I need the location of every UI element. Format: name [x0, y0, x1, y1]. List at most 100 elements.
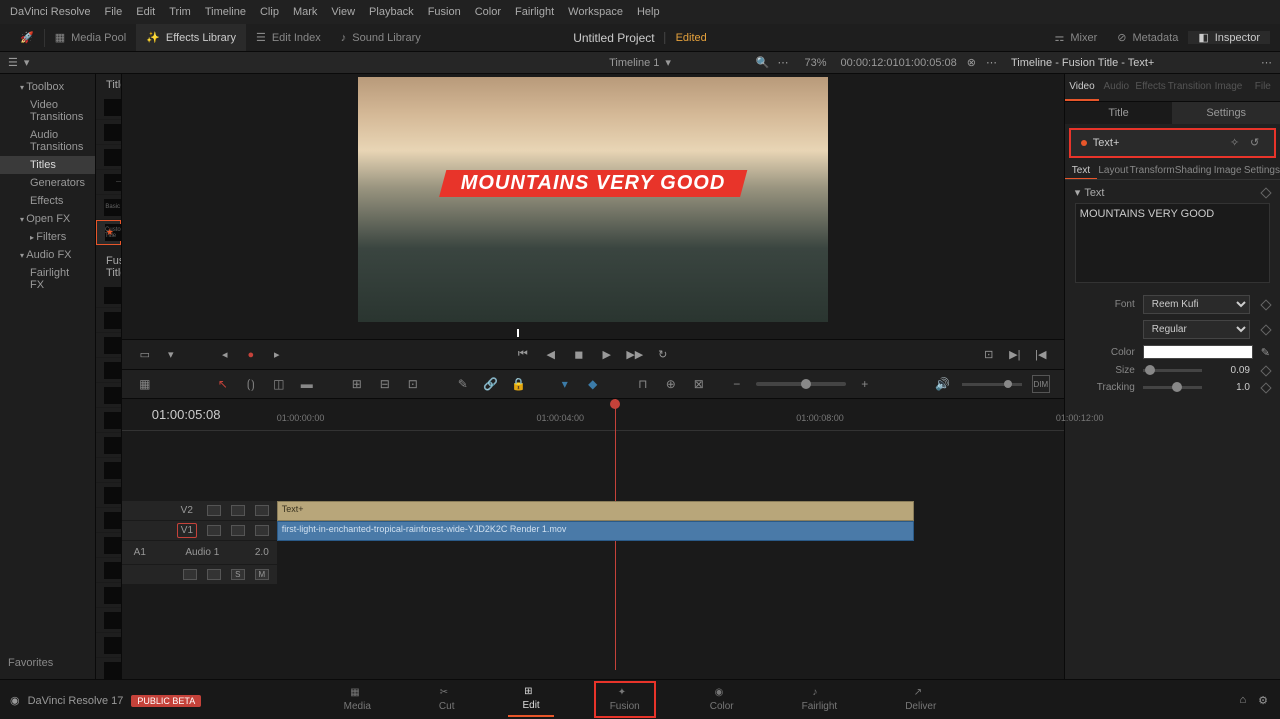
tree-openfx[interactable]: Open FX — [0, 210, 95, 228]
sound-library-button[interactable]: ♪Sound Library — [331, 24, 431, 51]
keyframe-diamond[interactable] — [1260, 382, 1271, 393]
list-view-icon[interactable]: ☰ — [8, 56, 18, 69]
tab-audio[interactable]: Audio — [1099, 74, 1133, 101]
tree-audiofx[interactable]: Audio FX — [0, 246, 95, 264]
fusion-title-item[interactable]: Draw On 2 Lines Lower Third — [96, 633, 121, 658]
eye-icon[interactable] — [231, 525, 245, 536]
timeview-icon[interactable]: ▦ — [136, 375, 154, 393]
dynamic-trim-tool[interactable]: ◫ — [270, 375, 288, 393]
color-swatch[interactable] — [1143, 345, 1253, 359]
tree-audio-transitions[interactable]: Audio Transitions — [0, 126, 95, 156]
first-frame-button[interactable]: ⏮ — [514, 346, 532, 364]
crop-icon[interactable]: ▭ — [136, 346, 154, 364]
keyframe-diamond[interactable] — [1260, 324, 1271, 335]
font-select[interactable]: Reem Kufi — [1143, 295, 1250, 314]
menu-item[interactable]: Timeline — [205, 6, 246, 18]
fusion-title-item[interactable]: Background Reveal — [96, 283, 121, 308]
menu-item[interactable]: Color — [475, 6, 501, 18]
menu-item[interactable]: Clip — [260, 6, 279, 18]
text-section-head[interactable]: ▾Text — [1075, 186, 1270, 199]
subtab-text[interactable]: Text — [1065, 162, 1097, 179]
volume-slider[interactable] — [962, 383, 1022, 386]
chevron-down-icon[interactable]: ▾ — [162, 346, 180, 364]
selection-tool[interactable]: ↖ — [214, 375, 232, 393]
enable-dot[interactable] — [1081, 140, 1087, 146]
fusion-title-item[interactable]: Dark Box Text Lower Third — [96, 533, 121, 558]
page-media[interactable]: ▦Media — [330, 683, 385, 716]
menu-item[interactable]: Help — [637, 6, 660, 18]
tree-fairlightfx[interactable]: Fairlight FX — [0, 264, 95, 294]
keyframe-icon[interactable]: ✧ — [1230, 136, 1244, 150]
keyframe-diamond[interactable] — [1260, 299, 1271, 310]
overwrite-tool[interactable]: ⊟ — [376, 375, 394, 393]
subtab-transform[interactable]: Transform — [1130, 162, 1175, 179]
right-timecode[interactable]: 01:00:05:08 — [899, 57, 957, 69]
lock-icon[interactable]: 🔒 — [510, 375, 528, 393]
tree-video-transitions[interactable]: Video Transitions — [0, 96, 95, 126]
menu-item[interactable]: File — [105, 6, 123, 18]
fusion-title-item[interactable]: Call Out — [96, 333, 121, 358]
options-icon[interactable]: ⋯ — [1261, 56, 1272, 69]
page-fairlight[interactable]: ♪Fairlight — [788, 683, 852, 716]
timeline-selector[interactable]: Timeline 1▾ — [609, 56, 671, 69]
clip-video[interactable]: first-light-in-enchanted-tropical-rainfo… — [277, 521, 914, 541]
lock-icon[interactable] — [207, 505, 221, 516]
end-button[interactable]: |◀ — [1032, 346, 1050, 364]
tab-image[interactable]: Image — [1211, 74, 1245, 101]
target-icon[interactable] — [255, 505, 269, 516]
zoom-value[interactable]: 73% — [805, 57, 827, 69]
marker-icon[interactable]: ◆ — [584, 375, 602, 393]
title-item[interactable]: Basic TitleText — [96, 195, 121, 220]
tree-generators[interactable]: Generators — [0, 174, 95, 192]
menu-item[interactable]: Mark — [293, 6, 317, 18]
fusion-title-item[interactable]: Clean and Simple Heading Lower ... — [96, 408, 121, 433]
track-head-v1[interactable]: V1 — [122, 521, 277, 541]
volume-icon[interactable]: 🔊 — [934, 375, 952, 393]
scrub-marker[interactable] — [517, 329, 519, 337]
subtab-layout[interactable]: Layout — [1097, 162, 1129, 179]
razor-icon[interactable]: ✎ — [454, 375, 472, 393]
options-icon[interactable]: ⋯ — [778, 56, 789, 69]
last-frame-button[interactable]: ▶| — [1006, 346, 1024, 364]
tree-effects[interactable]: Effects — [0, 192, 95, 210]
title-item[interactable]: Custom TitleText+ — [96, 220, 121, 245]
home-icon[interactable]: ⌂ — [1239, 694, 1246, 707]
solo-button[interactable]: S — [231, 569, 245, 580]
page-deliver[interactable]: ↗Deliver — [891, 683, 950, 716]
text-plus-row[interactable]: Text+ ✧ ↺ — [1069, 128, 1276, 158]
favorites[interactable]: Favorites — [8, 657, 53, 669]
chevron-down-icon[interactable]: ▾ — [24, 56, 30, 69]
eye-icon[interactable] — [231, 505, 245, 516]
mixer-button[interactable]: ⚎Mixer — [1044, 31, 1107, 44]
menu-item[interactable]: Trim — [169, 6, 191, 18]
fusion-title-item[interactable]: Clean and Simple — [96, 383, 121, 408]
fusion-title-item[interactable]: Center Reveal — [96, 358, 121, 383]
track-head-a1[interactable]: A1 Audio 1 2.0 — [122, 541, 277, 565]
link-selection-icon[interactable]: ⊕ — [662, 375, 680, 393]
link-icon[interactable]: 🔗 — [482, 375, 500, 393]
tab-effects[interactable]: Effects — [1133, 74, 1167, 101]
title-item[interactable]: Right Lower Third — [96, 145, 121, 170]
title-item[interactable]: Left Lower Third — [96, 95, 121, 120]
current-timecode[interactable]: 01:00:05:08 — [122, 407, 277, 422]
track-head-v2[interactable]: V2 — [122, 501, 277, 521]
tree-filters[interactable]: Filters — [0, 228, 95, 246]
viewer-scrub[interactable] — [122, 325, 1064, 339]
menu-item[interactable]: Playback — [369, 6, 414, 18]
flag-icon[interactable]: ▾ — [556, 375, 574, 393]
insert-tool[interactable]: ⊞ — [348, 375, 366, 393]
menu-item[interactable]: DaVinci Resolve — [10, 6, 91, 18]
target-icon[interactable] — [255, 525, 269, 536]
size-value[interactable]: 0.09 — [1210, 365, 1250, 376]
titles-header[interactable]: Titles⌃ — [96, 74, 121, 95]
timeline-ruler[interactable]: 01:00:05:08 01:00:00:00 01:00:04:00 01:0… — [122, 399, 1064, 431]
keyframe-diamond[interactable] — [1260, 365, 1271, 376]
search-icon[interactable]: 🔍 — [756, 56, 770, 69]
gear-icon[interactable]: ⚙ — [1258, 694, 1268, 707]
viewer-canvas[interactable]: MOUNTAINS VERY GOOD — [122, 74, 1064, 325]
stop-button[interactable]: ◼ — [570, 346, 588, 364]
subtab-image[interactable]: Image — [1211, 162, 1243, 179]
fusion-title-item[interactable]: cUSTOM THING-grp — [96, 483, 121, 508]
timeline-ticks[interactable]: 01:00:00:00 01:00:04:00 01:00:08:00 01:0… — [277, 399, 1064, 430]
tab-title[interactable]: Title — [1065, 102, 1173, 124]
